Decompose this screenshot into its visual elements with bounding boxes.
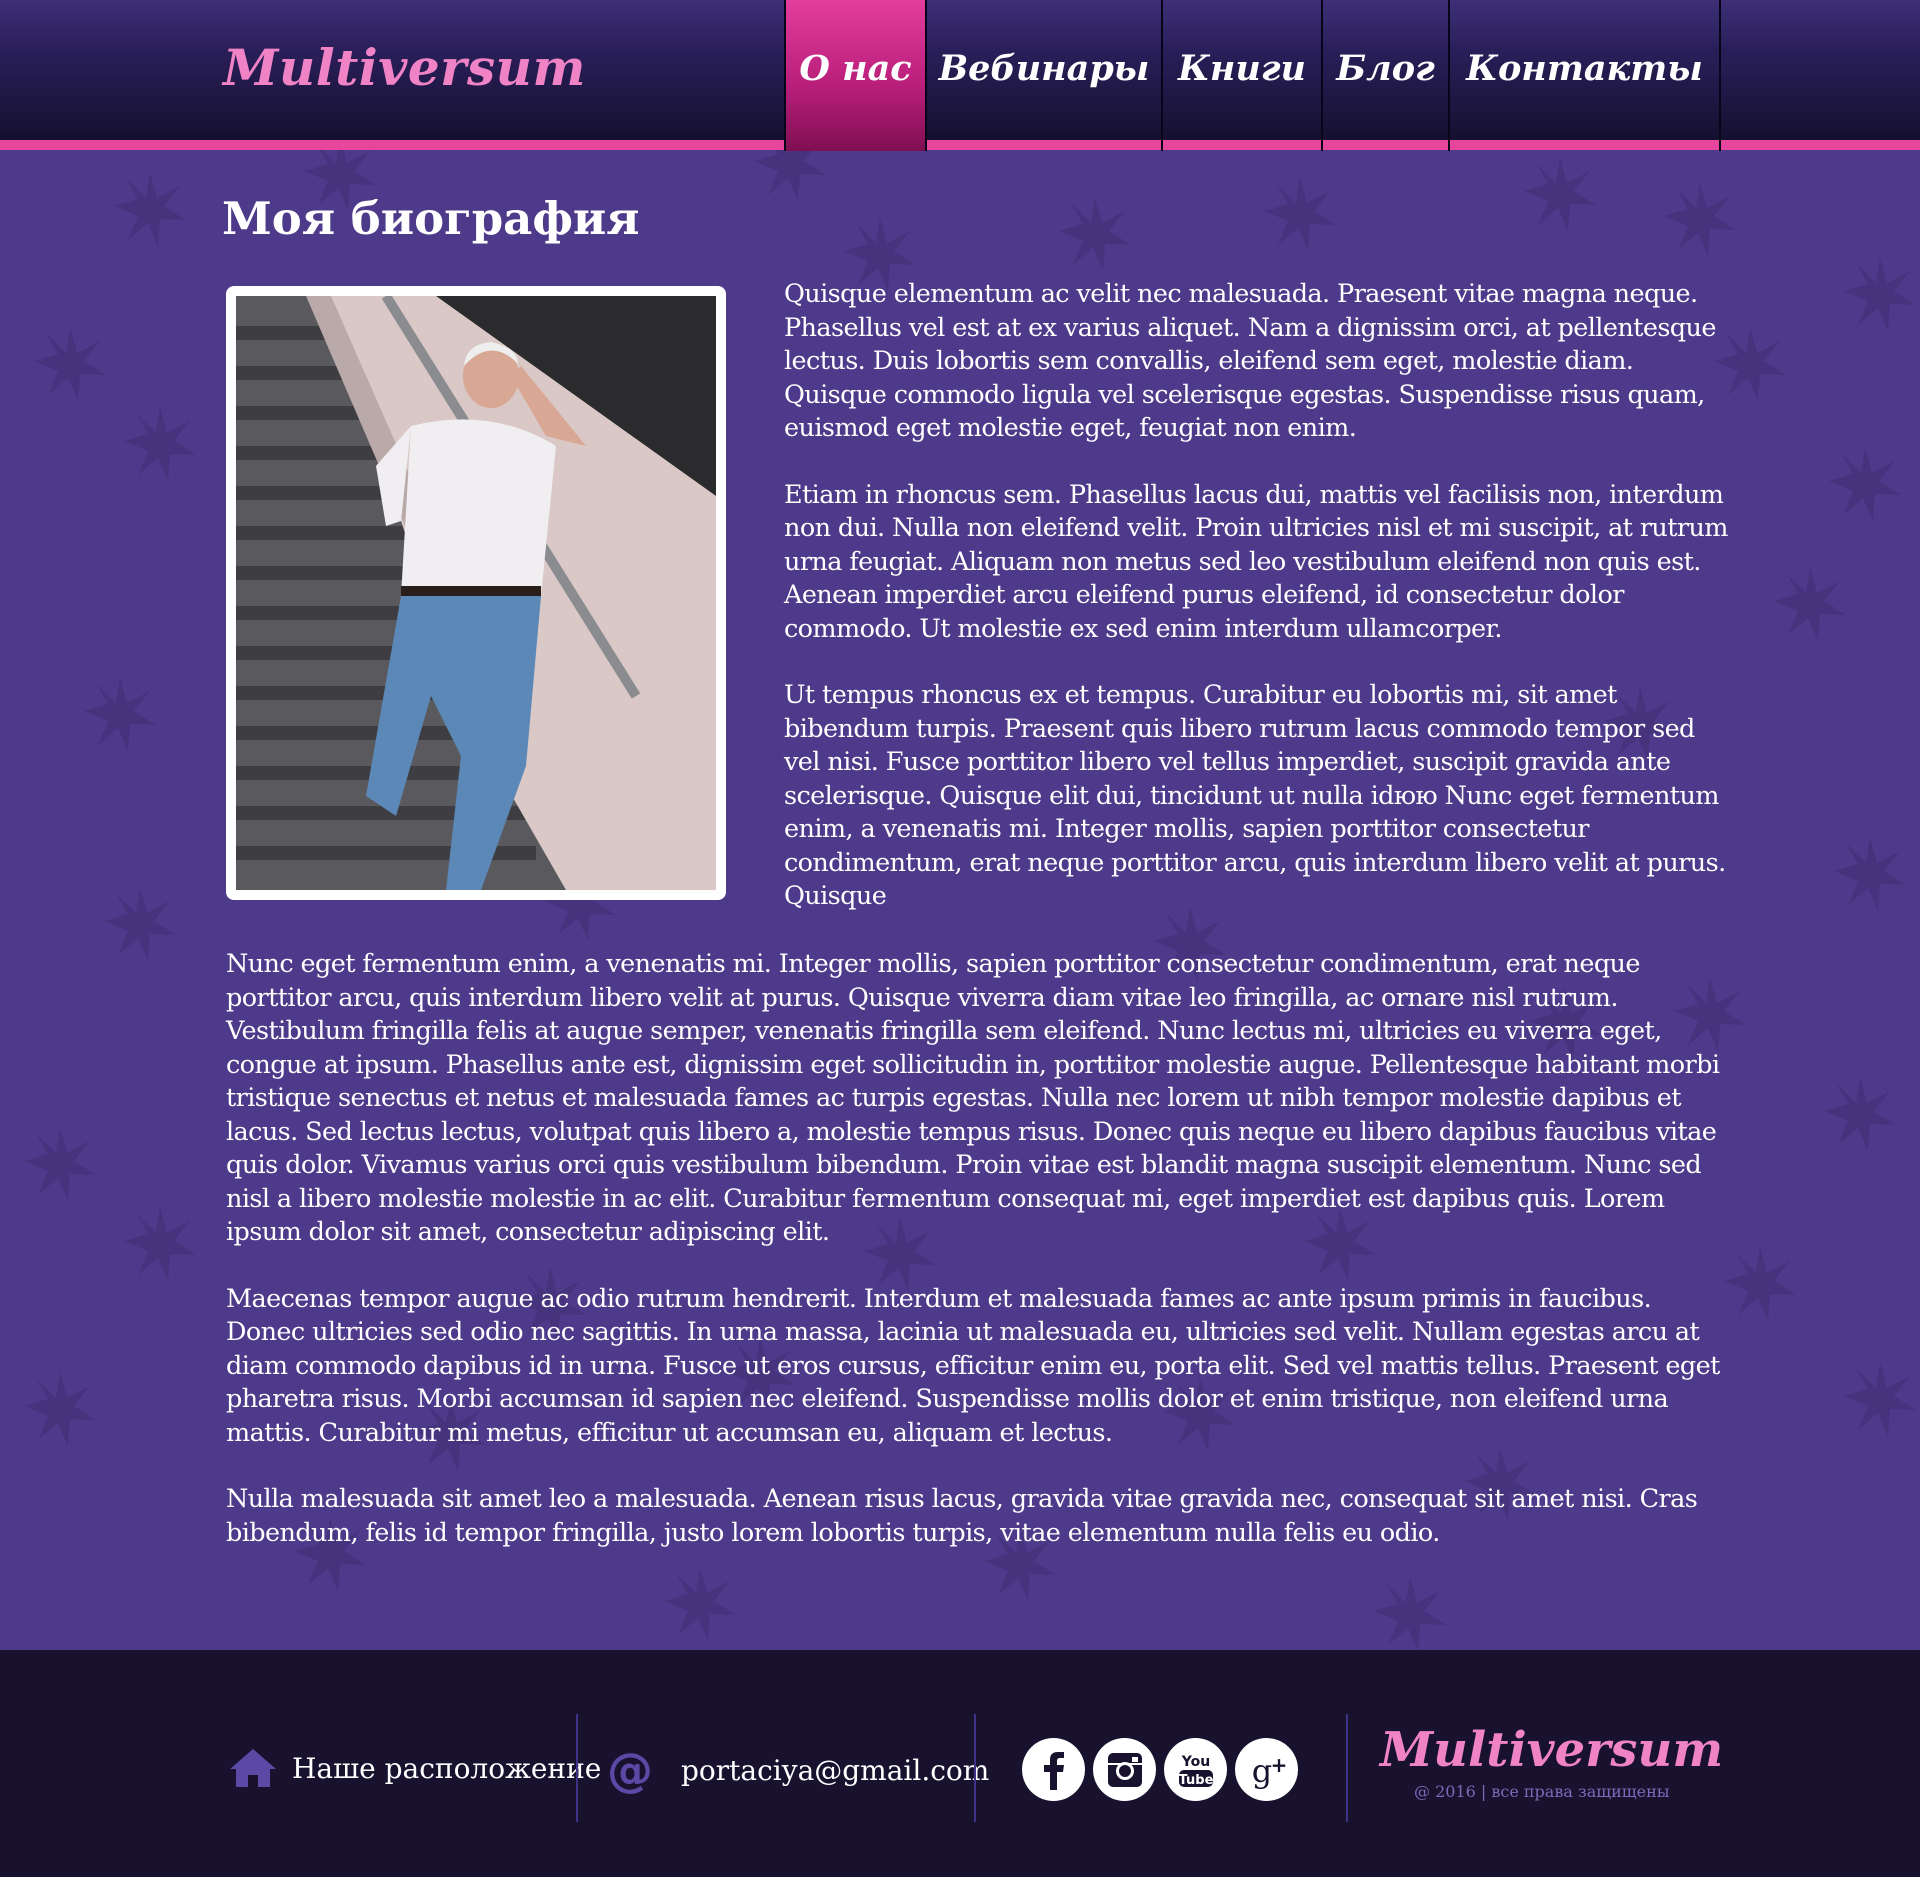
footer-logo[interactable]: Multiversum [1380,1722,1723,1778]
main-nav: О нас Вебинары Книги Блог Контакты [784,0,1721,151]
google-plus-icon[interactable]: g + [1235,1738,1298,1801]
email-link[interactable]: portaciya@gmail.com [681,1754,989,1787]
facebook-icon[interactable] [1022,1738,1085,1801]
body-paragraph: Nulla malesuada sit amet leo a malesuada… [226,1484,1698,1548]
nav-item-books[interactable]: Книги [1161,0,1321,151]
home-icon [230,1749,276,1787]
intro-paragraph: Ut tempus rhoncus ex et tempus. Curabitu… [784,680,1726,911]
svg-text:g: g [1251,1752,1271,1790]
footer-location[interactable]: Наше расположение [228,1747,601,1789]
biography-body: Nunc eget fermentum enim, a venenatis mi… [226,948,1736,1583]
svg-text:Tube: Tube [1178,1773,1213,1788]
nav-item-contacts[interactable]: Контакты [1448,0,1719,151]
copyright: @ 2016 | все права защищены [1414,1782,1670,1801]
at-sign-icon: @ [607,1743,653,1797]
instagram-icon[interactable] [1093,1738,1156,1801]
social-links: You Tube g + [1022,1738,1298,1801]
intro-paragraph: Quisque elementum ac velit nec malesuada… [784,279,1716,443]
nav-divider [1719,0,1721,151]
nav-item-webinars[interactable]: Вебинары [925,0,1161,151]
youtube-icon[interactable]: You Tube [1164,1738,1227,1801]
footer-email[interactable]: @ portaciya@gmail.com [607,1747,989,1793]
nav-item-blog[interactable]: Блог [1321,0,1448,151]
svg-text:+: + [1270,1753,1287,1777]
footer-divider [1346,1714,1348,1822]
site-logo[interactable]: Multiversum [223,38,586,97]
author-portrait-image [236,296,716,890]
intro-paragraph: Etiam in rhoncus sem. Phasellus lacus du… [784,479,1728,644]
location-label: Наше расположение [292,1751,602,1785]
svg-text:You: You [1180,1754,1209,1770]
footer-divider [974,1714,976,1822]
nav-item-about[interactable]: О нас [784,0,925,151]
footer-divider [576,1714,578,1822]
intro-text: Quisque elementum ac velit nec malesuada… [784,278,1734,947]
biography-photo [226,286,726,900]
body-paragraph: Maecenas tempor augue ac odio rutrum hen… [226,1283,1720,1448]
page-title: Моя биография [222,192,640,245]
body-paragraph: Nunc eget fermentum enim, a venenatis mi… [226,949,1720,1247]
